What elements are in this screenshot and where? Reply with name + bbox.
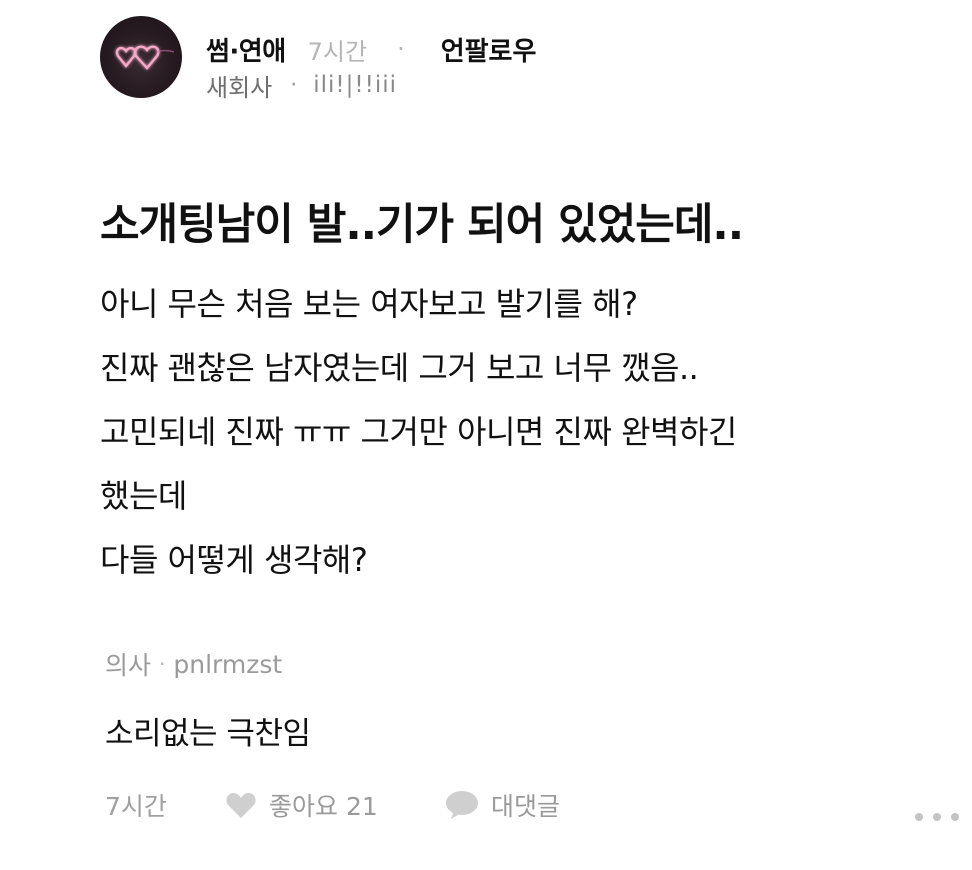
separator-dot: · [159, 652, 166, 676]
post-body-line: 고민되네 진짜 ㅠㅠ 그거만 아니면 진짜 완벽하긴 [100, 413, 737, 451]
post-body-line: 다들 어떻게 생각해? [100, 541, 368, 579]
more-options-button[interactable] [915, 809, 959, 825]
post-body-line: 진짜 괜찮은 남자였는데 그거 보고 너무 깼음.. [100, 349, 699, 387]
header-meta-row: 썸·연애 7시간 · 언팔로우 [206, 31, 537, 68]
post-time: 7시간 [307, 37, 368, 66]
separator-dot: · [290, 72, 298, 98]
more-dots-icon [933, 813, 941, 821]
board-category[interactable]: 썸·연애 [206, 31, 286, 68]
post-header: 썸·연애 7시간 · 언팔로우 새회사 · ili!|!!iii [100, 16, 960, 106]
more-dots-icon [951, 813, 959, 821]
separator-dot: · [397, 35, 405, 63]
post-body: 아니 무슨 처음 보는 여자보고 발기를 해? 진짜 괜찮은 남자였는데 그거 … [100, 272, 960, 592]
comment-author[interactable]: 의사 · pnlrmzst [105, 646, 282, 682]
unfollow-button[interactable]: 언팔로우 [441, 31, 537, 68]
comment-actions: 7시간 좋아요 21 대댓글 [105, 783, 965, 827]
author-info-row: 새회사 · ili!|!!iii [206, 68, 397, 102]
reply-label: 대댓글 [491, 792, 561, 821]
speech-bubble-icon [446, 791, 478, 819]
author-company[interactable]: 새회사 [206, 68, 272, 103]
comment-author-job: 의사 [105, 651, 152, 680]
comment-text: 소리없는 극찬임 [105, 716, 311, 752]
author-nickname[interactable]: ili!|!!iii [313, 72, 397, 98]
post-body-line: 했는데 [100, 477, 187, 515]
more-dots-icon [915, 813, 923, 821]
comment-author-name: pnlrmzst [173, 649, 283, 679]
reply-button[interactable]: 대댓글 [445, 783, 560, 827]
like-button[interactable]: 좋아요 21 [225, 783, 378, 827]
heart-icon [226, 793, 256, 818]
like-count-label: 좋아요 21 [269, 792, 378, 821]
post-body-line: 아니 무슨 처음 보는 여자보고 발기를 해? [100, 285, 638, 323]
author-avatar[interactable] [100, 16, 182, 98]
post-title: 소개팅남이 발..기가 되어 있었는데.. [100, 200, 744, 250]
neon-hearts-icon [115, 45, 175, 70]
comment-time: 7시간 [105, 792, 167, 821]
